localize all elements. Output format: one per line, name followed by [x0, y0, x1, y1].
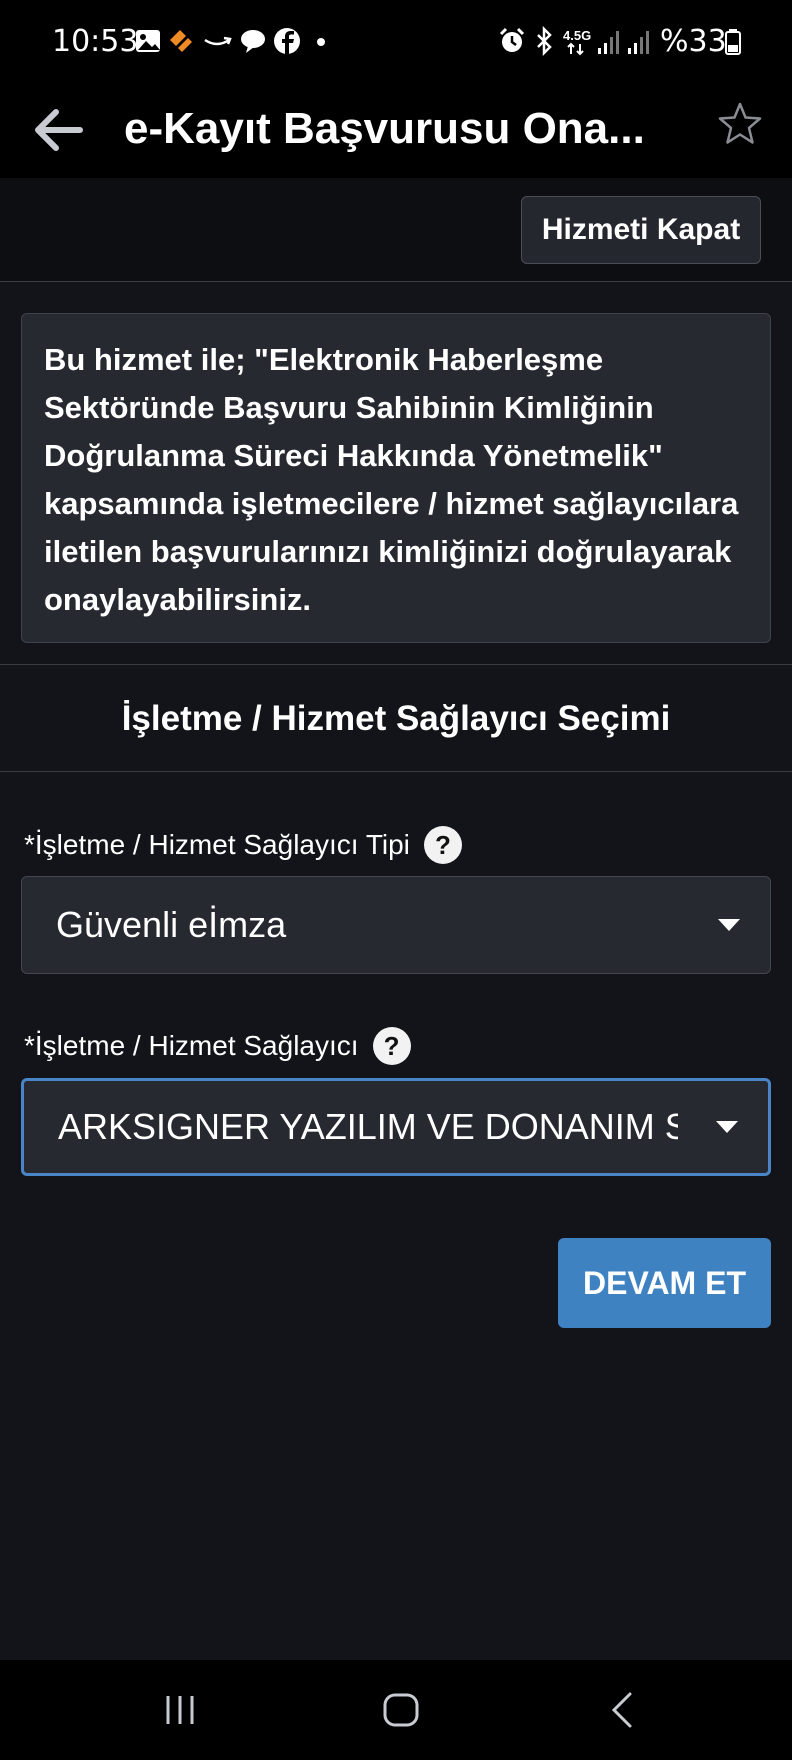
- caret-down-icon: [716, 1121, 738, 1133]
- system-nav-bar: [0, 1660, 792, 1760]
- dot-icon: [317, 38, 325, 46]
- star-outline-icon[interactable]: [716, 100, 764, 148]
- page-title: e-Kayıt Başvurusu Ona...: [124, 104, 645, 153]
- provider-value: ARKSIGNER YAZILIM VE DONANIM S: [58, 1106, 678, 1147]
- arrow-left-icon[interactable]: [30, 102, 86, 158]
- provider-type-value: Güvenli eİmza: [56, 904, 287, 945]
- continue-button[interactable]: DEVAM ET: [558, 1238, 771, 1328]
- info-box: Bu hizmet ile; "Elektronik Haberleşme Se…: [21, 313, 771, 643]
- home-icon[interactable]: [380, 1690, 422, 1730]
- section-title: İşletme / Hizmet Sağlayıcı Seçimi: [121, 698, 671, 738]
- provider-type-label: *İşletme / Hizmet Sağlayıcı Tipi ?: [24, 826, 462, 864]
- battery-percentage: %33: [660, 24, 727, 59]
- info-section: Bu hizmet ile; "Elektronik Haberleşme Se…: [0, 283, 792, 665]
- facebook-icon: [274, 28, 300, 54]
- signal-icon: [628, 31, 649, 54]
- provider-select[interactable]: ARKSIGNER YAZILIM VE DONANIM S: [21, 1078, 771, 1176]
- status-bar: 10:53 4.5G %33: [0, 0, 792, 86]
- recent-apps-icon[interactable]: [160, 1690, 200, 1730]
- section-header: İşletme / Hizmet Sağlayıcı Seçimi: [0, 666, 792, 772]
- caret-down-icon: [718, 919, 740, 931]
- deal-app-icon: [170, 30, 192, 52]
- help-icon[interactable]: ?: [423, 826, 462, 864]
- top-action-bar: Hizmeti Kapat: [0, 178, 792, 282]
- alarm-icon: [499, 27, 525, 52]
- battery-icon: [725, 29, 741, 55]
- provider-type-label-text: *İşletme / Hizmet Sağlayıcı Tipi: [24, 829, 410, 860]
- info-text: Bu hizmet ile; "Elektronik Haberleşme Se…: [44, 342, 739, 617]
- provider-label-text: *İşletme / Hizmet Sağlayıcı: [24, 1030, 359, 1061]
- close-service-button[interactable]: Hizmeti Kapat: [521, 196, 761, 264]
- signal-icon: [598, 31, 619, 54]
- help-icon[interactable]: ?: [372, 1027, 411, 1065]
- status-time: 10:53: [52, 24, 139, 59]
- amazon-icon: [204, 36, 232, 46]
- back-nav-icon[interactable]: [606, 1690, 638, 1730]
- bluetooth-icon: [537, 26, 552, 56]
- gallery-icon: [136, 30, 160, 52]
- provider-type-select[interactable]: Güvenli eİmza: [21, 876, 771, 974]
- network-4-5g-icon: [567, 42, 584, 56]
- provider-label: *İşletme / Hizmet Sağlayıcı ?: [24, 1027, 411, 1065]
- chat-bubble-icon: [241, 30, 265, 53]
